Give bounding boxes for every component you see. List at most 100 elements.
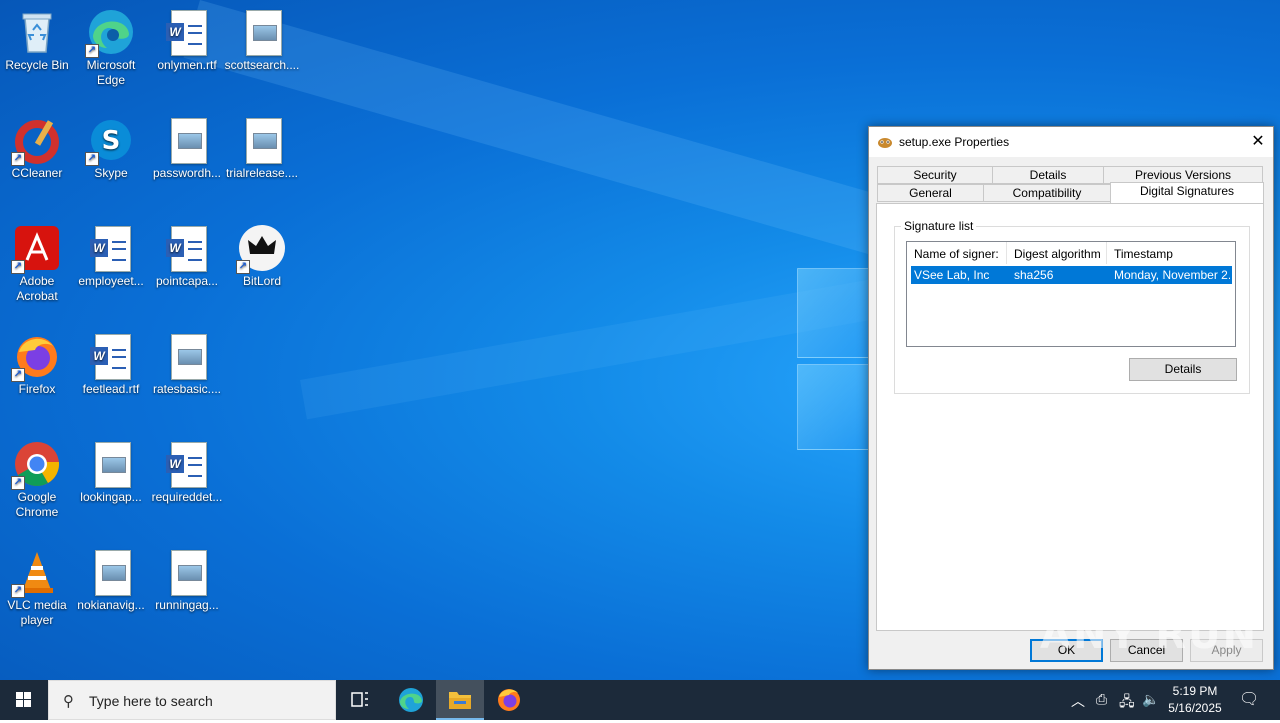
signer-cell: VSee Lab, Inc: [914, 268, 990, 282]
word-doc-icon: W: [163, 440, 211, 488]
firefox-icon: ↗: [11, 332, 61, 382]
network-icon[interactable]: 🖧: [1119, 691, 1135, 715]
desktop-icon-scottsearch[interactable]: scottsearch....: [224, 8, 300, 73]
desktop-icon-vlc-media-player[interactable]: ↗ VLC media player: [0, 548, 75, 628]
desktop-icon-label: pointcapa...: [155, 274, 219, 288]
desktop-icon-label: requireddet...: [151, 490, 223, 504]
shortcut-arrow-icon: ↗: [11, 476, 25, 490]
folder-icon: [449, 692, 471, 709]
tab-general[interactable]: General: [877, 184, 984, 202]
task-view-icon: [351, 692, 368, 707]
taskbar-clock[interactable]: 5:19 PM 5/16/2025: [1162, 683, 1228, 717]
signature-row[interactable]: VSee Lab, Inc sha256 Monday, November 2.…: [911, 266, 1232, 284]
desktop-icon-label: Skype: [94, 166, 128, 180]
desktop-icon-label: VLC media player: [7, 598, 67, 627]
desktop-icon-microsoft-edge[interactable]: ↗ Microsoft Edge: [73, 8, 149, 88]
desktop-icon-label: BitLord: [242, 274, 282, 288]
desktop-icon-ratesbasic[interactable]: ratesbasic....: [149, 332, 225, 397]
tab-details[interactable]: Details: [992, 166, 1104, 184]
desktop-icon-label: Recycle Bin: [5, 58, 69, 72]
taskbar-search[interactable]: ⚲ Type here to search: [48, 680, 336, 720]
desktop-icon-label: scottsearch....: [224, 58, 300, 72]
desktop-icon-bitlord[interactable]: ↗ BitLord: [224, 224, 300, 289]
volume-icon[interactable]: 🔈: [1142, 691, 1159, 708]
timestamp-cell: Monday, November 2...: [1114, 268, 1230, 282]
desktop-icon-skype[interactable]: S ↗ Skype: [73, 116, 149, 181]
search-placeholder: Type here to search: [89, 693, 213, 709]
image-file-icon: [163, 116, 211, 164]
signature-list-group: Signature list Name of signer: Digest al…: [894, 219, 1250, 394]
shortcut-arrow-icon: ↗: [85, 152, 99, 166]
tab-digital-signatures[interactable]: Digital Signatures: [1110, 182, 1264, 203]
close-button[interactable]: ✕: [1243, 127, 1273, 157]
vlc-icon: ↗: [11, 548, 61, 598]
show-hidden-icons-chevron-icon[interactable]: ︿: [1071, 691, 1085, 711]
edge-icon: [399, 688, 423, 712]
shortcut-arrow-icon: ↗: [11, 260, 25, 274]
windows-start-icon: [16, 692, 31, 707]
desktop-icon-adobe-acrobat[interactable]: ↗ Adobe Acrobat: [0, 224, 75, 304]
task-view-button[interactable]: [336, 680, 384, 720]
desktop-icon-recycle-bin[interactable]: Recycle Bin: [0, 8, 75, 73]
desktop-icon-runningag[interactable]: runningag...: [149, 548, 225, 613]
ccleaner-icon: ↗: [11, 116, 61, 166]
desktop-icon-trialrelease[interactable]: trialrelease....: [224, 116, 300, 181]
clock-date: 5/16/2025: [1168, 701, 1222, 715]
shortcut-arrow-icon: ↗: [11, 584, 25, 598]
dialog-titlebar[interactable]: setup.exe Properties ✕: [869, 127, 1273, 157]
bitlord-icon: ↗: [236, 224, 286, 274]
column-header-signer[interactable]: Name of signer:: [907, 242, 1007, 264]
desktop-icon-label: CCleaner: [11, 166, 63, 180]
desktop-icon-label: onlymen.rtf: [157, 58, 217, 72]
shortcut-arrow-icon: ↗: [11, 368, 25, 382]
firefox-icon: [498, 689, 520, 711]
desktop-icon-pointcapa[interactable]: W pointcapa...: [149, 224, 225, 289]
device-icon[interactable]: ⎙: [1096, 691, 1107, 708]
word-doc-icon: W: [163, 224, 211, 272]
signature-details-button[interactable]: Details: [1129, 358, 1237, 381]
recycle-bin-icon: [13, 8, 61, 56]
desktop-icon-firefox[interactable]: ↗ Firefox: [0, 332, 75, 397]
word-doc-icon: W: [163, 8, 211, 56]
desktop-icon-label: feetlead.rtf: [82, 382, 140, 396]
tab-security[interactable]: Security: [877, 166, 993, 184]
search-icon: ⚲: [63, 693, 74, 710]
digest-cell: sha256: [1014, 268, 1054, 282]
column-header-digest[interactable]: Digest algorithm: [1007, 242, 1107, 264]
desktop-icon-label: Microsoft Edge: [86, 58, 136, 87]
shortcut-arrow-icon: ↗: [85, 44, 99, 58]
column-header-timestamp[interactable]: Timestamp: [1107, 242, 1235, 264]
desktop-icon-label: Google Chrome: [15, 490, 59, 519]
tab-compatibility[interactable]: Compatibility: [983, 184, 1111, 202]
desktop-icon-onlymen-rtf[interactable]: W onlymen.rtf: [149, 8, 225, 73]
desktop-icon-label: passwordh...: [152, 166, 222, 180]
desktop-icon-requireddet[interactable]: W requireddet...: [149, 440, 225, 505]
windows-logo-pane: [797, 364, 871, 450]
svg-text:S: S: [102, 126, 121, 156]
desktop-icon-ccleaner[interactable]: ↗ CCleaner: [0, 116, 75, 181]
chrome-icon: ↗: [11, 440, 61, 490]
image-file-icon: [87, 548, 135, 596]
desktop-icon-passwordh[interactable]: passwordh...: [149, 116, 225, 181]
signature-list[interactable]: Name of signer: Digest algorithm Timesta…: [906, 241, 1236, 347]
shortcut-arrow-icon: ↗: [11, 152, 25, 166]
shortcut-arrow-icon: ↗: [236, 260, 250, 274]
taskbar-firefox[interactable]: [485, 680, 533, 720]
desktop-icon-nokianavig[interactable]: nokianavig...: [73, 548, 149, 613]
desktop-icon-label: Adobe Acrobat: [16, 274, 58, 303]
desktop-icon-lookingap[interactable]: lookingap...: [73, 440, 149, 505]
word-doc-icon: W: [87, 332, 135, 380]
properties-dialog: setup.exe Properties ✕ Security Details …: [868, 126, 1274, 670]
taskbar-file-explorer[interactable]: [436, 680, 484, 720]
skype-icon: S ↗: [85, 116, 135, 166]
taskbar-edge[interactable]: [387, 680, 435, 720]
desktop-icon-employeet[interactable]: W employeet...: [73, 224, 149, 289]
desktop-icon-google-chrome[interactable]: ↗ Google Chrome: [0, 440, 75, 520]
desktop-icon-label: Firefox: [18, 382, 56, 396]
anyrun-watermark: ANY RUN: [1040, 612, 1259, 658]
image-file-icon: [163, 332, 211, 380]
start-button[interactable]: [0, 680, 48, 720]
desktop-icon-feetlead-rtf[interactable]: W feetlead.rtf: [73, 332, 149, 397]
notifications-icon[interactable]: 🗨: [1239, 689, 1259, 709]
image-file-icon: [87, 440, 135, 488]
